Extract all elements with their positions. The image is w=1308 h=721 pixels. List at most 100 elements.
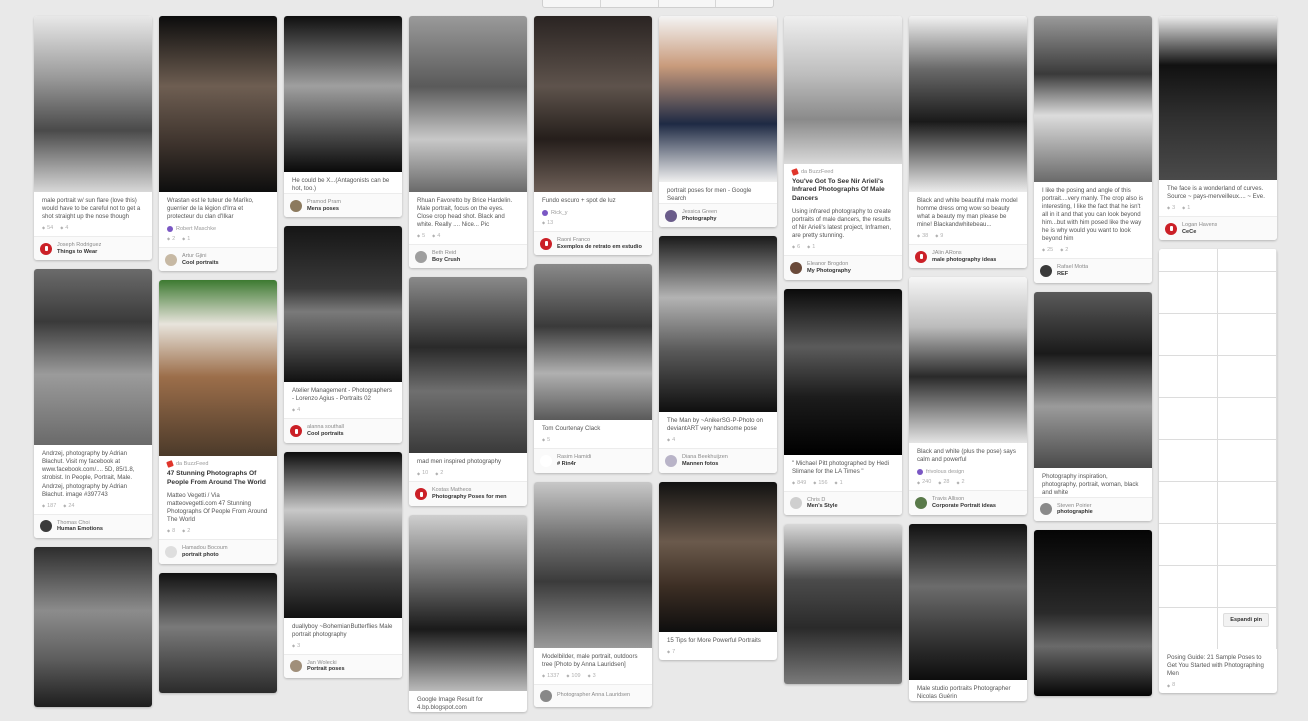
pin-card[interactable]: 15 Tips for More Powerful Portraits 7 [659, 481, 777, 660]
board-name[interactable]: My Photography [807, 268, 851, 275]
pin-image[interactable] [1159, 16, 1277, 180]
pin-image[interactable] [34, 546, 152, 707]
pinner-name[interactable]: Raoni Franco [557, 237, 642, 244]
pin-card[interactable]: Atelier Management - Photographers - Lor… [284, 226, 402, 443]
board-name[interactable]: Men's Style [807, 503, 838, 510]
pin-image[interactable] [534, 481, 652, 648]
pin-image[interactable] [284, 451, 402, 618]
board-name[interactable]: Portrait poses [307, 666, 345, 673]
pinner-name[interactable]: Eleanor Brogdon [807, 261, 851, 268]
pinner-name[interactable]: Jessica Green [682, 209, 717, 216]
board-name[interactable]: Mannen fotos [682, 461, 728, 468]
pin-card[interactable]: da BuzzFeed 47 Stunning Photographs Of Pe… [159, 280, 277, 564]
pin-footer[interactable]: Logan Havens CeCe [1159, 216, 1277, 241]
pin-image[interactable] [34, 16, 152, 192]
pin-card[interactable]: The Man by ~AnikerSG-P-Photo on deviantA… [659, 236, 777, 473]
board-name[interactable]: Photography [682, 216, 717, 223]
pin-image[interactable] [1034, 529, 1152, 696]
board-name[interactable]: Photography Poses for men [432, 494, 507, 501]
pinner-name[interactable]: Chris D [807, 497, 838, 504]
pin-card[interactable]: portrait poses for men - Google Search Je… [659, 16, 777, 228]
pin-image[interactable] [909, 277, 1027, 444]
user-avatar[interactable] [540, 237, 552, 250]
pin-card[interactable]: Black and white beautiful male model hom… [909, 16, 1027, 269]
pin-image[interactable] [659, 236, 777, 413]
pin-card[interactable]: Google Image Result for 4.bp.blogspot.co… [409, 514, 527, 712]
pin-card[interactable]: Rhuan Favoretto by Brice Hardelin. Male … [409, 16, 527, 269]
pinner-name[interactable]: Hamadou Bocoum [182, 545, 228, 552]
pin-footer[interactable]: Thomas Choi Human Emotions [34, 513, 152, 538]
pin-card[interactable] [159, 572, 277, 693]
pin-card[interactable]: " Michael Pitt photographed by Hedi Slim… [784, 288, 902, 516]
user-avatar[interactable] [1040, 264, 1052, 277]
user-avatar[interactable] [915, 250, 927, 263]
pinner-name[interactable]: Diana Beekhuijzen [682, 454, 728, 461]
top-tab-bar[interactable] [542, 0, 774, 8]
user-avatar[interactable] [540, 689, 552, 702]
tab-2[interactable] [599, 0, 658, 7]
pin-source[interactable]: da BuzzFeed [159, 456, 277, 469]
pin-image[interactable] [409, 16, 527, 192]
pin-image[interactable] [534, 16, 652, 192]
pin-card[interactable] [34, 546, 152, 707]
expand-pin-button[interactable]: Espandi pin [1223, 613, 1269, 628]
pin-image[interactable] [909, 16, 1027, 192]
pin-image[interactable] [409, 277, 527, 454]
board-name[interactable]: Corporate Portrait ideas [932, 503, 996, 510]
pin-image[interactable] [659, 16, 777, 182]
pin-card[interactable]: Wrastan est le tuteur de Marîko, guerrie… [159, 16, 277, 272]
board-name[interactable]: Boy Crush [432, 257, 460, 264]
user-avatar[interactable] [165, 253, 177, 266]
pin-footer[interactable]: Diana Beekhuijzen Mannen fotos [659, 448, 777, 473]
pin-footer[interactable]: Beth Reid Boy Crush [409, 244, 527, 269]
pin-card[interactable]: Male studio portraits Photographer Nicol… [909, 523, 1027, 701]
pin-image[interactable] [159, 280, 277, 457]
pin-card[interactable]: Photography inspiration, photography, po… [1034, 291, 1152, 521]
pin-image[interactable] [284, 226, 402, 383]
pin-footer[interactable]: Kostas Matheos Photography Poses for men [409, 481, 527, 506]
user-avatar[interactable] [1040, 503, 1052, 516]
pin-footer[interactable]: Eleanor Brogdon My Photography [784, 255, 902, 280]
board-name[interactable]: portrait photo [182, 552, 228, 559]
board-name[interactable]: Human Emotions [57, 526, 103, 533]
pin-card[interactable]: duallyboy ~BohemianButterflies Male port… [284, 451, 402, 679]
pin-footer[interactable]: Rasim Hamidi # Rin4r [534, 448, 652, 473]
user-avatar[interactable] [40, 242, 52, 255]
pin-image[interactable] [909, 523, 1027, 680]
pinner-name[interactable]: Jan Wolecki [307, 660, 345, 667]
user-avatar[interactable] [40, 520, 52, 533]
pin-card[interactable]: Tom Courtenay Clack 5 Rasim Hamidi# Rin4r [534, 264, 652, 473]
pinner-name[interactable]: Kostas Matheos [432, 487, 507, 494]
pin-image[interactable] [159, 16, 277, 192]
pinner-name[interactable]: Rasim Hamidi [557, 454, 591, 461]
pinner-name[interactable]: Artur Gjini [182, 253, 219, 260]
user-avatar[interactable] [415, 250, 427, 263]
pin-footer[interactable]: JAlin ARons male photography ideas [909, 244, 1027, 269]
pin-footer[interactable]: Pramod Pram Mens poses [284, 193, 402, 218]
pin-image[interactable] [159, 572, 277, 693]
pin-footer[interactable]: Steven Poirier photographie [1034, 496, 1152, 521]
pin-image[interactable] [284, 16, 402, 172]
pin-footer[interactable]: alanna southall Cool portraits [284, 418, 402, 443]
pin-image[interactable] [784, 16, 902, 164]
pinner-name[interactable]: Pramod Pram [307, 199, 341, 206]
pin-card[interactable]: I like the posing and angle of this port… [1034, 16, 1152, 283]
pin-footer[interactable]: Joseph Rodriguez Things to Wear [34, 236, 152, 261]
user-avatar[interactable] [165, 546, 177, 559]
pin-via[interactable]: Rick_y [534, 205, 652, 217]
board-name[interactable]: photographie [1057, 509, 1093, 516]
pin-footer[interactable]: Hamadou Bocoum portrait photo [159, 539, 277, 564]
board-name[interactable]: # Rin4r [557, 461, 591, 468]
pin-image[interactable] [1034, 291, 1152, 468]
pinner-name[interactable]: alanna southall [307, 424, 344, 431]
board-name[interactable]: Exemplos de retrato em estudio [557, 244, 642, 251]
pin-footer[interactable]: Jessica Green Photography [659, 203, 777, 228]
pin-image[interactable] [784, 288, 902, 455]
pin-card[interactable] [1034, 529, 1152, 696]
board-name[interactable]: CeCe [1182, 229, 1217, 236]
pin-via[interactable]: frivolous design [909, 464, 1027, 476]
pinner-name[interactable]: Thomas Choi [57, 520, 103, 527]
user-avatar[interactable] [1165, 222, 1177, 235]
pin-title[interactable]: You've Got To See Nir Arieli's Infrared … [784, 175, 902, 203]
pin-image[interactable] [34, 269, 152, 446]
